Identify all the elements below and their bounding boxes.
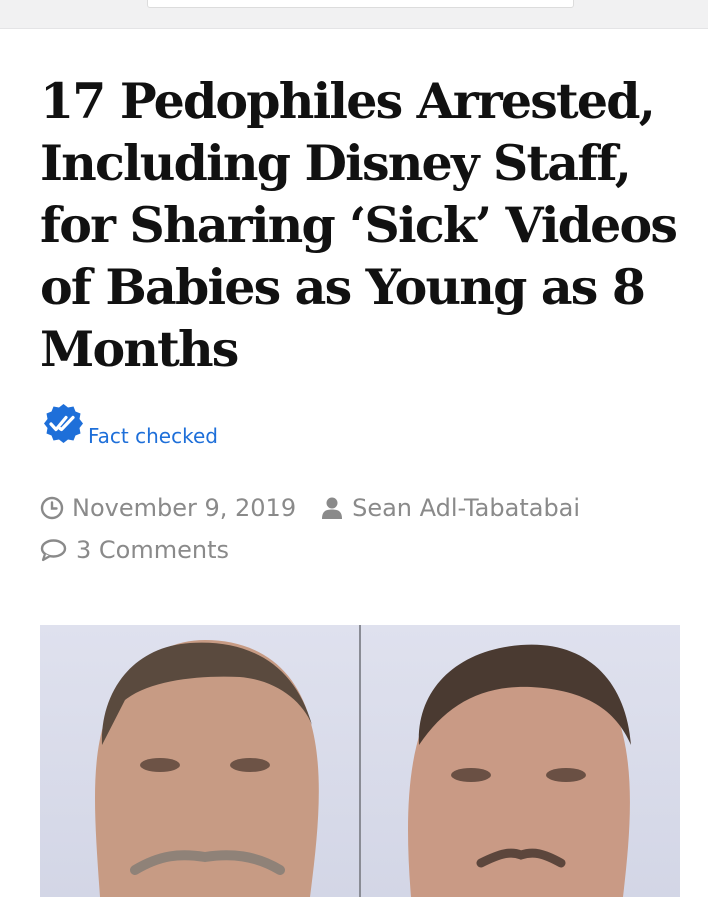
user-icon (322, 497, 343, 519)
post-meta: November 9, 2019 Sean Adl-Tabatabai (40, 494, 580, 522)
post-date[interactable]: November 9, 2019 (72, 494, 296, 522)
featured-image (40, 625, 680, 897)
comments-link[interactable]: 3 Comments (76, 536, 229, 564)
mugshot-left (40, 625, 360, 897)
search-bar[interactable] (147, 0, 574, 8)
fact-check-label[interactable]: Fact checked (88, 424, 218, 448)
article-title: 17 Pedophiles Arrested, Including Disney… (40, 72, 678, 378)
fact-check-badge[interactable]: Fact checked (43, 402, 218, 448)
post-author[interactable]: Sean Adl-Tabatabai (352, 494, 580, 522)
comment-bubble-icon (40, 539, 67, 562)
clock-icon (40, 496, 64, 520)
comments-meta[interactable]: 3 Comments (40, 536, 229, 564)
double-check-badge-icon (44, 404, 83, 443)
top-bar (0, 0, 708, 29)
mugshot-right (361, 625, 680, 897)
